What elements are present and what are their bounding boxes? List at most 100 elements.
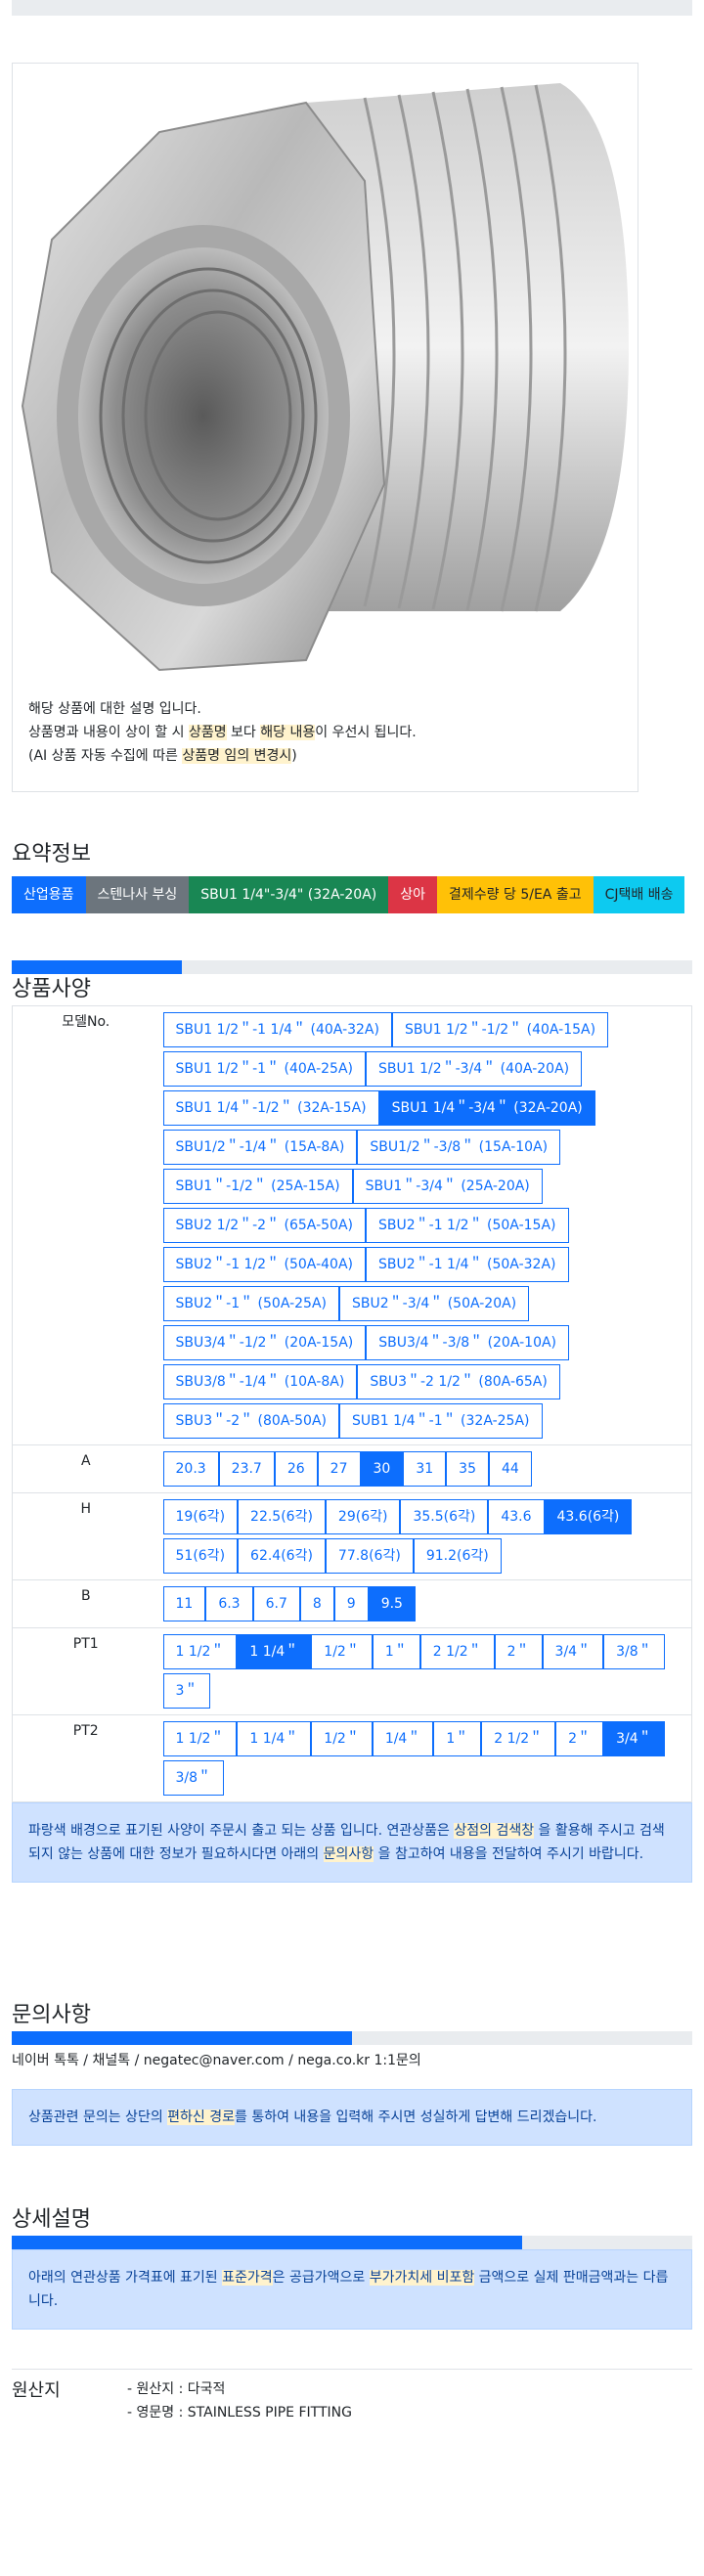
spec-option-button[interactable]: 44 <box>488 1451 532 1487</box>
spec-row: H 19(6각) 22.5(6각) 29(6각) 35.5(6각) 43.6 43.6(6각… <box>12 1492 692 1580</box>
spec-option-button[interactable]: SBU3＂-2＂ (80A-50A) <box>162 1403 340 1439</box>
spec-row: 모델No. SBU1 1/2＂-1 1/4＂ (40A-32A) SBU1 1/2＂… <box>12 1005 692 1445</box>
spec-option-button[interactable]: 23.7 <box>218 1451 275 1487</box>
summary-badge: 결제수량 당 5/EA 출고 <box>437 876 594 913</box>
origin-line: - 영문명 : STAINLESS PIPE FITTING <box>127 2405 352 2421</box>
spec-label: A <box>12 1444 159 1493</box>
spec-option-button[interactable]: 91.2(6각) <box>413 1538 502 1574</box>
summary-badges: 산업용품 스텐나사 부싱 SBU1 1/4"-3/4" (32A-20A) 상아 결제수… <box>12 876 692 913</box>
spec-option-button[interactable]: 1 1/4＂ <box>237 1721 312 1756</box>
spec-option-button[interactable]: 1/2＂ <box>311 1634 373 1669</box>
inquiry-title: 문의사항 <box>12 2003 91 2027</box>
spec-option-button[interactable]: SBU1/2＂-1/4＂ (15A-8A) <box>162 1130 358 1165</box>
note-highlight: 상품명 임의 변경시 <box>182 748 292 764</box>
spec-option-button[interactable]: SBU1 1/2＂-1 1/4＂ (40A-32A) <box>162 1012 392 1047</box>
spec-option-button[interactable]: SBU2＂-1 1/4＂ (50A-32A) <box>366 1247 569 1282</box>
notice-text: 아래의 연관상품 가격표에 표기된 <box>28 2270 223 2286</box>
spec-option-button[interactable]: 43.6 <box>488 1499 545 1534</box>
spec-option-button[interactable]: 2 1/2＂ <box>419 1634 495 1669</box>
spec-option-button[interactable]: 1 1/4＂ <box>237 1634 312 1669</box>
spec-option-button[interactable]: 1/4＂ <box>372 1721 434 1756</box>
spec-option-button[interactable]: 3/4＂ <box>603 1721 665 1756</box>
note-text: 상품명과 내용이 상이 할 시 <box>28 725 189 740</box>
spec-option-button[interactable]: SBU3/8＂-1/4＂ (10A-8A) <box>162 1364 358 1399</box>
summary-badge: 스텐나사 부싱 <box>85 876 190 913</box>
origin-row: 원산지 - 원산지 : 다국적 - 영문명 : STAINLESS PIPE FI… <box>12 2369 692 2424</box>
detail-progress <box>12 2236 692 2249</box>
spec-option-button[interactable]: SBU1 1/2＂-3/4＂ (40A-20A) <box>366 1051 583 1087</box>
spec-row: PT2 1 1/2＂ 1 1/4＂ 1/2＂ 1/4＂ 1＂ 2 1/2＂ 2＂ 3/4＂ 3/8… <box>12 1714 692 1802</box>
note-text: ) <box>291 748 297 764</box>
spec-option-button[interactable]: 35.5(6각) <box>400 1499 489 1534</box>
spec-option-button[interactable]: 1 1/2＂ <box>162 1721 238 1756</box>
spec-option-button[interactable]: SBU2＂-3/4＂ (50A-20A) <box>339 1286 530 1321</box>
spec-option-button[interactable]: 31 <box>403 1451 447 1487</box>
spec-option-button[interactable]: SBU1 1/2＂-1＂ (40A-25A) <box>162 1051 366 1087</box>
spec-option-button[interactable]: 19(6각) <box>162 1499 239 1534</box>
spec-option-button[interactable]: 27 <box>317 1451 361 1487</box>
spec-option-button[interactable]: SBU2 1/2＂-2＂ (65A-50A) <box>162 1208 366 1243</box>
contact-link[interactable]: 네이버 톡톡 <box>12 2053 79 2068</box>
spec-option-button[interactable]: SBU3＂-2 1/2＂ (80A-65A) <box>357 1364 560 1399</box>
spec-option-button[interactable]: 2＂ <box>494 1634 543 1669</box>
spec-option-button[interactable]: 51(6각) <box>162 1538 239 1574</box>
spec-option-button[interactable]: 3/4＂ <box>542 1634 604 1669</box>
spec-option-button[interactable]: SBU3/4＂-1/2＂ (20A-15A) <box>162 1325 367 1360</box>
spec-option-button[interactable]: 26 <box>274 1451 318 1487</box>
spec-option-button[interactable]: 2＂ <box>555 1721 604 1756</box>
spec-option-button[interactable]: SBU1/2＂-3/8＂ (15A-10A) <box>357 1130 561 1165</box>
spec-option-button[interactable]: 35 <box>446 1451 489 1487</box>
spec-option-button[interactable]: SBU2＂-1 1/2＂ (50A-40A) <box>162 1247 366 1282</box>
spec-option-button[interactable]: 9.5 <box>368 1586 416 1621</box>
spec-option-button[interactable]: 8 <box>299 1586 334 1621</box>
spec-row: PT1 1 1/2＂ 1 1/4＂ 1/2＂ 1＂ 2 1/2＂ 2＂ 3/4＂ 3/8＂ 3＂ <box>12 1627 692 1715</box>
image-note: 해당 상품에 대한 설명 입니다. 상품명과 내용이 상이 할 시 상품명 보다… <box>28 697 417 768</box>
spec-option-button[interactable]: 30 <box>360 1451 404 1487</box>
spec-option-button[interactable]: SBU1＂-1/2＂ (25A-15A) <box>162 1169 353 1204</box>
spec-label: 모델No. <box>12 1005 159 1445</box>
spec-option-button[interactable]: SBU1 1/4＂-1/2＂ (32A-15A) <box>162 1090 379 1126</box>
contact-link[interactable]: nega.co.kr 1:1문의 <box>297 2053 420 2068</box>
note-text: 이 우선시 됩니다. <box>315 725 417 740</box>
spec-option-button[interactable]: 2 1/2＂ <box>481 1721 556 1756</box>
spec-option-button[interactable]: 3＂ <box>162 1673 211 1709</box>
spec-option-button[interactable]: 11 <box>162 1586 206 1621</box>
spec-option-button[interactable]: SUB1 1/4＂-1＂ (32A-25A) <box>339 1403 543 1439</box>
note-text: 보다 <box>226 725 261 740</box>
specs-title: 상품사양 <box>12 977 91 1001</box>
spec-label: PT2 <box>12 1714 159 1802</box>
contact-link[interactable]: 채널톡 <box>92 2053 130 2068</box>
spec-option-button[interactable]: 9 <box>333 1586 369 1621</box>
spec-option-button[interactable]: SBU1 1/2＂-1/2＂ (40A-15A) <box>391 1012 609 1047</box>
note-highlight: 해당 내용 <box>260 725 316 740</box>
spec-option-button[interactable]: 6.3 <box>205 1586 253 1621</box>
spec-table: 모델No. SBU1 1/2＂-1 1/4＂ (40A-32A) SBU1 1/2＂… <box>12 1005 692 1802</box>
detail-title: 상세설명 <box>12 2207 91 2232</box>
contact-link[interactable]: negatec@naver.com <box>144 2053 285 2068</box>
spec-option-button[interactable]: SBU1 1/4＂-3/4＂ (32A-20A) <box>378 1090 595 1126</box>
spec-option-button[interactable]: 1＂ <box>372 1634 420 1669</box>
spec-option-button[interactable]: 77.8(6각) <box>325 1538 414 1574</box>
spec-option-button[interactable]: SBU1＂-3/4＂ (25A-20A) <box>352 1169 543 1204</box>
inquiry-notice: 상품관련 문의는 상단의 편하신 경로를 통하여 내용을 입력해 주시면 성실하… <box>12 2089 692 2146</box>
note-line: 해당 상품에 대한 설명 입니다. <box>28 701 201 717</box>
spec-option-button[interactable]: 6.7 <box>252 1586 300 1621</box>
spec-option-button[interactable]: 1＂ <box>433 1721 482 1756</box>
product-image: 해당 상품에 대한 설명 입니다. 상품명과 내용이 상이 할 시 상품명 보다… <box>12 63 638 792</box>
spec-option-button[interactable]: 62.4(6각) <box>238 1538 326 1574</box>
notice-text: 상품관련 문의는 상단의 <box>28 2110 168 2125</box>
spec-option-button[interactable]: 1/2＂ <box>311 1721 373 1756</box>
spec-option-button[interactable]: 3/8＂ <box>162 1760 225 1796</box>
summary-badge: 산업용품 <box>12 876 86 913</box>
spec-option-button[interactable]: 20.3 <box>162 1451 219 1487</box>
spec-option-button[interactable]: 29(6각) <box>325 1499 401 1534</box>
spec-option-button[interactable]: SBU3/4＂-3/8＂ (20A-10A) <box>366 1325 570 1360</box>
spec-option-button[interactable]: 1 1/2＂ <box>162 1634 238 1669</box>
separator: / <box>78 2053 93 2068</box>
notice-highlight: 문의사항 <box>323 1846 374 1862</box>
spec-option-button[interactable]: 22.5(6각) <box>238 1499 326 1534</box>
spec-option-button[interactable]: SBU2＂-1＂ (50A-25A) <box>162 1286 340 1321</box>
spec-option-button[interactable]: SBU2＂-1 1/2＂ (50A-15A) <box>366 1208 569 1243</box>
spec-option-button[interactable]: 43.6(6각) <box>544 1499 633 1534</box>
spec-option-button[interactable]: 3/8＂ <box>603 1634 665 1669</box>
